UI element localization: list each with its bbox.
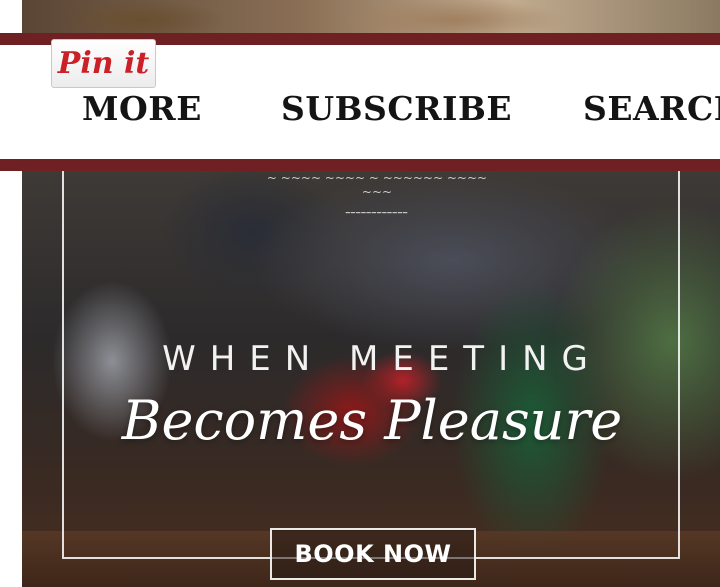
nav-item-search[interactable]: SEARCH <box>583 89 720 128</box>
nav-item-subscribe[interactable]: SUBSCRIBE <box>281 89 512 128</box>
hero-headline: WHEN MEETING <box>162 339 602 379</box>
nav-item-more[interactable]: MORE <box>82 89 202 128</box>
hero-script-text: Becomes Pleasure <box>121 389 623 452</box>
hero-banner: ~ ~~~~ ~~~~ ~ ~~~~~~ ~~~~ ~~~ ━━━━━━━━━━━… <box>22 171 720 587</box>
pin-it-button[interactable]: Pin it <box>51 39 156 88</box>
book-now-button[interactable]: BOOK NOW <box>270 528 476 580</box>
